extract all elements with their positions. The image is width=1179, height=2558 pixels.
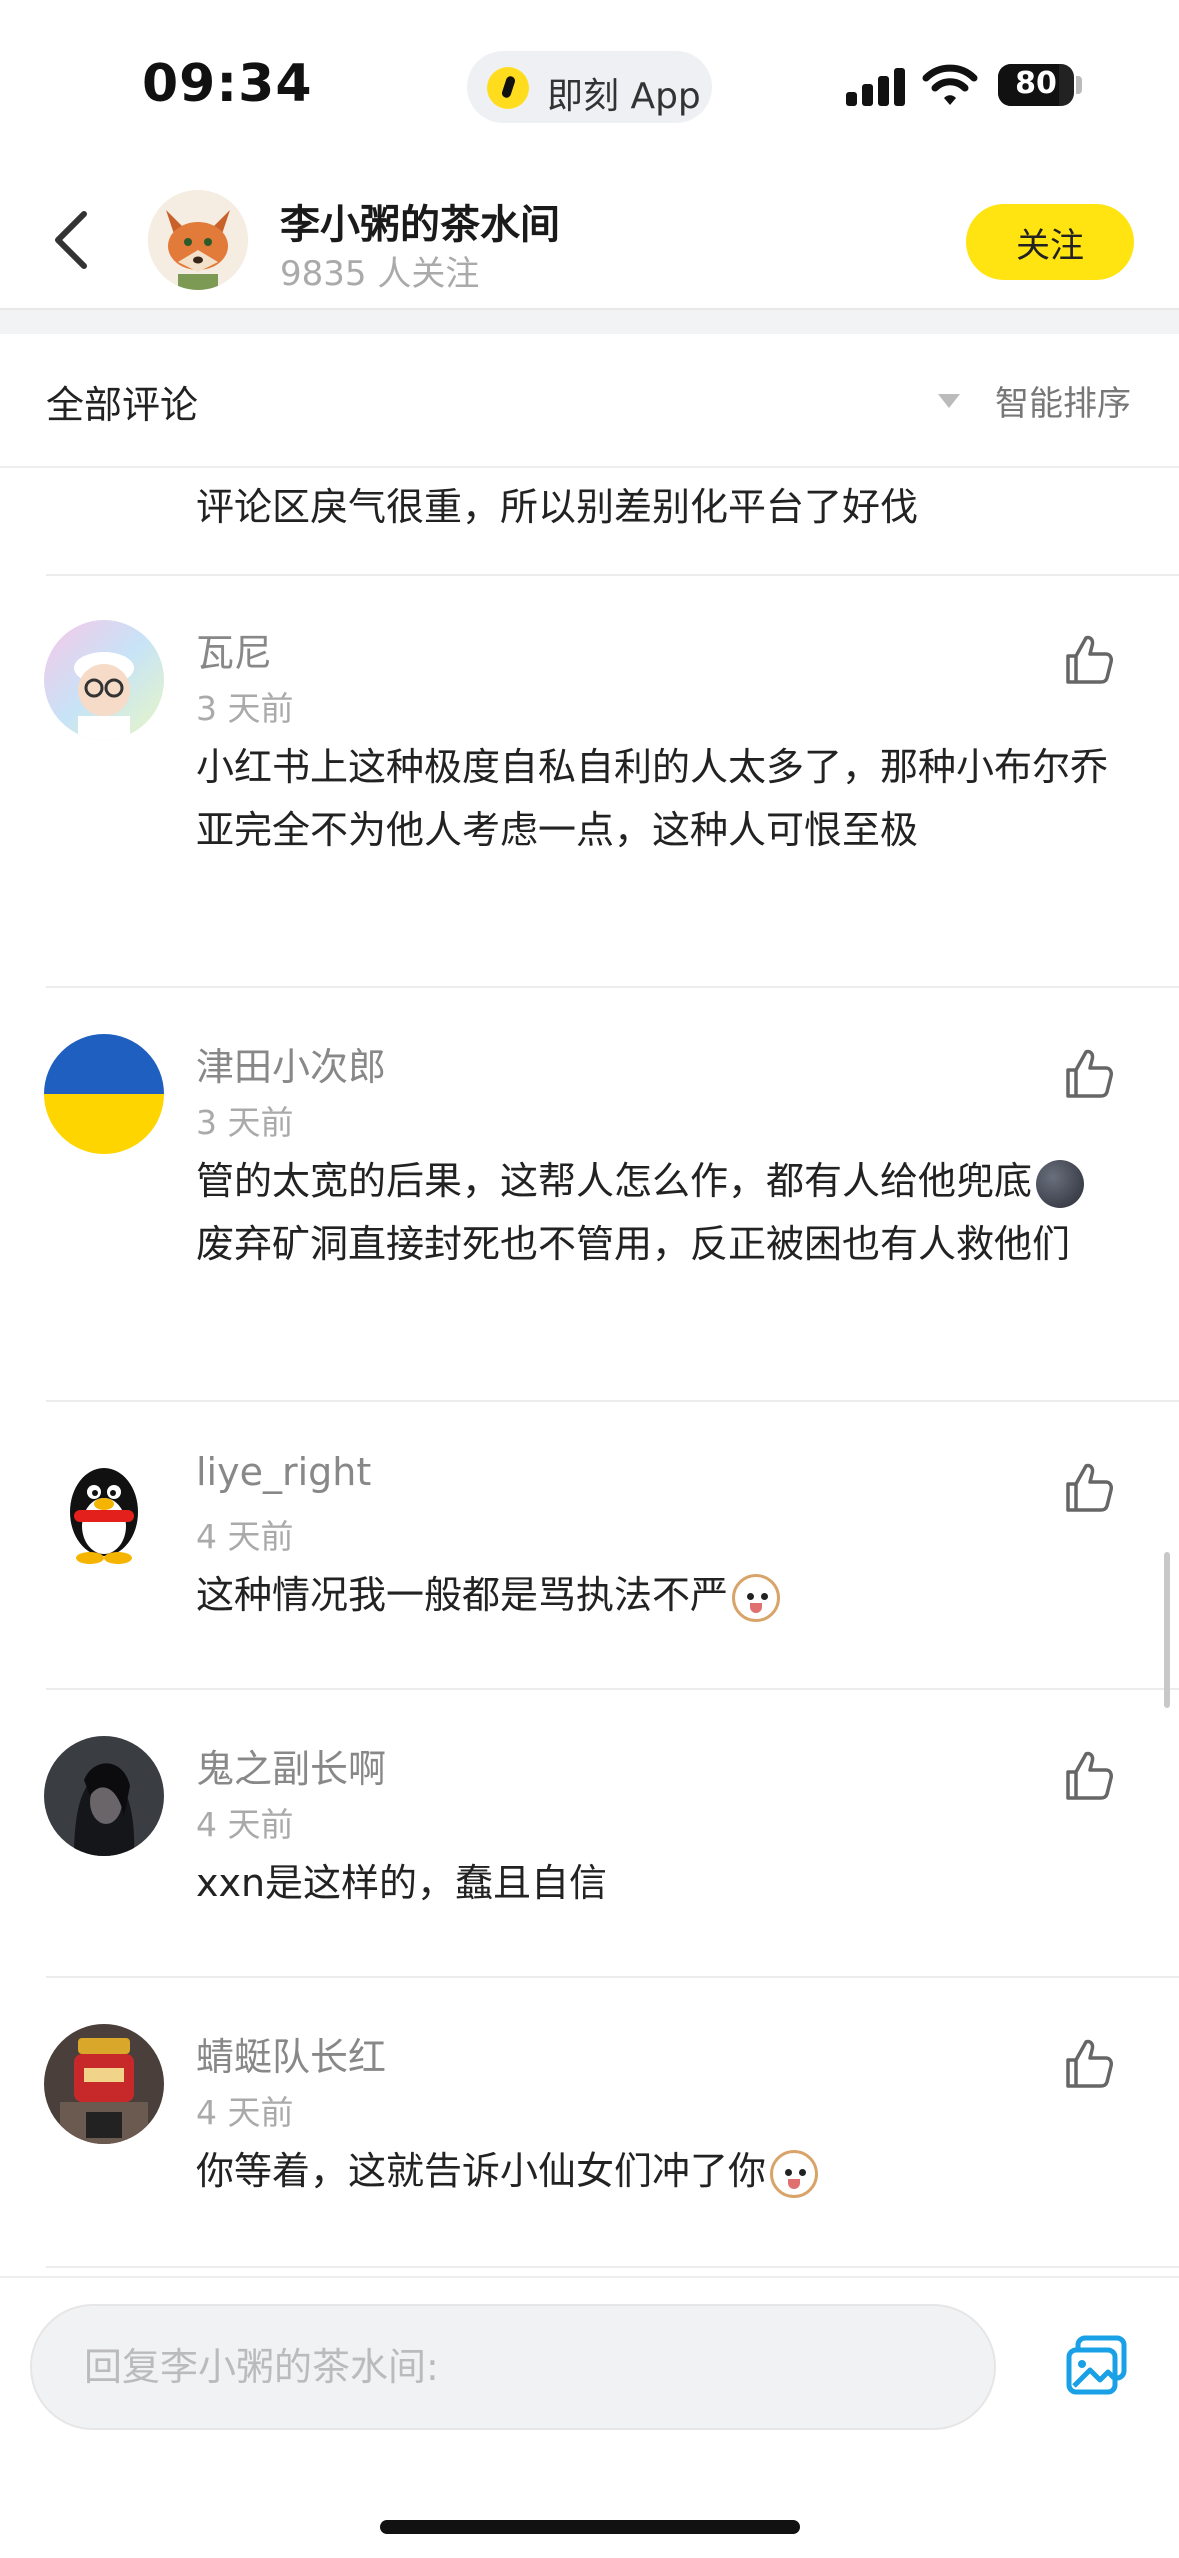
battery-cap	[1076, 76, 1082, 94]
partial-comment-text: 评论区戾气很重，所以别差别化平台了好伐	[196, 485, 919, 529]
thumbs-up-icon[interactable]	[1060, 1748, 1116, 1804]
comment-time: 3 天前	[196, 1103, 294, 1142]
dog-face-emoji-icon	[732, 1573, 781, 1622]
divider	[46, 986, 1179, 988]
follow-button[interactable]: 关注	[966, 204, 1134, 280]
back-chevron-icon[interactable]	[48, 210, 98, 270]
comment-username[interactable]: 鬼之副长啊	[196, 1738, 386, 1793]
comment-text-part: 这种情况我一般都是骂执法不严	[196, 1573, 729, 1617]
flag-avatar-icon	[44, 1034, 164, 1154]
avatar[interactable]	[44, 2024, 164, 2144]
sort-dropdown-icon[interactable]	[938, 394, 960, 408]
back-to-app-label: 即刻 App	[547, 76, 701, 117]
thumbs-up-icon[interactable]	[1060, 1046, 1116, 1102]
comment-text-part: 你等着，这就告诉小仙女们冲了你	[196, 2149, 767, 2193]
avatar[interactable]	[44, 1448, 164, 1568]
comment-list: 评论区戾气很重，所以别差别化平台了好伐 瓦尼 3 天前 小红书上这种极度自私自利…	[0, 466, 1179, 2276]
jike-app-icon	[487, 67, 529, 109]
back-to-app-pill[interactable]: 即刻 App	[467, 51, 712, 123]
topic-title: 李小粥的茶水间	[280, 202, 560, 248]
thumbs-up-icon[interactable]	[1060, 2036, 1116, 2092]
comment-text-part: 废弃矿洞直接封死也不管用，反正被困也有人救他们	[196, 1222, 1071, 1266]
comment-text: 你等着，这就告诉小仙女们冲了你	[196, 2140, 1116, 2203]
wifi-icon	[922, 64, 978, 105]
all-comments-label: 全部评论	[46, 383, 199, 427]
dark-portrait-avatar-icon	[44, 1736, 164, 1856]
comments-sort-bar: 全部评论 智能排序	[0, 332, 1179, 468]
dog-face-emoji-icon	[770, 2149, 819, 2198]
cellular-signal-icon	[846, 66, 908, 106]
status-time: 09:34	[142, 54, 313, 114]
divider	[46, 1400, 1179, 1402]
comment-time: 3 天前	[196, 689, 294, 728]
status-bar: 09:34 即刻 App 80	[0, 0, 1179, 170]
divider	[46, 1976, 1179, 1978]
topic-avatar[interactable]	[148, 190, 248, 290]
comment-text: 这种情况我一般都是骂执法不严	[196, 1564, 1116, 1627]
comment-username[interactable]: 津田小次郎	[196, 1036, 386, 1091]
header-divider	[0, 308, 1179, 334]
new-moon-emoji-icon	[1036, 1159, 1085, 1208]
divider	[46, 574, 1179, 576]
smart-sort-button[interactable]: 智能排序	[995, 376, 1131, 425]
comment-username[interactable]: 瓦尼	[196, 622, 272, 677]
avatar[interactable]	[44, 1034, 164, 1154]
comment-time: 4 天前	[196, 2093, 294, 2132]
avatar[interactable]	[44, 1736, 164, 1856]
reply-input[interactable]	[30, 2304, 996, 2430]
scrollbar[interactable]	[1164, 1552, 1170, 1708]
divider	[46, 2266, 1179, 2268]
comment-time: 4 天前	[196, 1517, 294, 1556]
topic-header: 李小粥的茶水间 9835 人关注 关注	[0, 170, 1179, 308]
penguin-avatar-icon	[44, 1448, 164, 1568]
divider	[46, 1688, 1179, 1690]
follower-count: 9835 人关注	[280, 254, 480, 294]
comment-text: xxn是这样的，蠢且自信	[196, 1861, 608, 1905]
comment-time: 4 天前	[196, 1805, 294, 1844]
comment-text-part: 管的太宽的后果，这帮人怎么作，都有人给他兜底	[196, 1159, 1033, 1203]
avatar[interactable]	[44, 620, 164, 740]
fox-avatar-icon	[148, 190, 248, 290]
comment-username[interactable]: liye_right	[196, 1450, 371, 1494]
home-indicator[interactable]	[380, 2520, 800, 2534]
battery-icon: 80	[998, 64, 1074, 106]
comment-text: 小红书上这种极度自私自利的人太多了，那种小布尔乔亚完全不为他人考虑一点，这种人可…	[196, 745, 1109, 852]
comment-text: 管的太宽的后果，这帮人怎么作，都有人给他兜底废弃矿洞直接封死也不管用，反正被困也…	[196, 1150, 1116, 1276]
image-picker-icon[interactable]	[1064, 2332, 1130, 2398]
comment-username[interactable]: 蜻蜓队长红	[196, 2026, 386, 2081]
reply-bar	[0, 2276, 1179, 2558]
thumbs-up-icon[interactable]	[1060, 1460, 1116, 1516]
battery-level: 80	[1015, 66, 1057, 101]
robot-avatar-icon	[44, 2024, 164, 2144]
thumbs-up-icon[interactable]	[1060, 632, 1116, 688]
user-avatar-icon	[44, 620, 164, 740]
